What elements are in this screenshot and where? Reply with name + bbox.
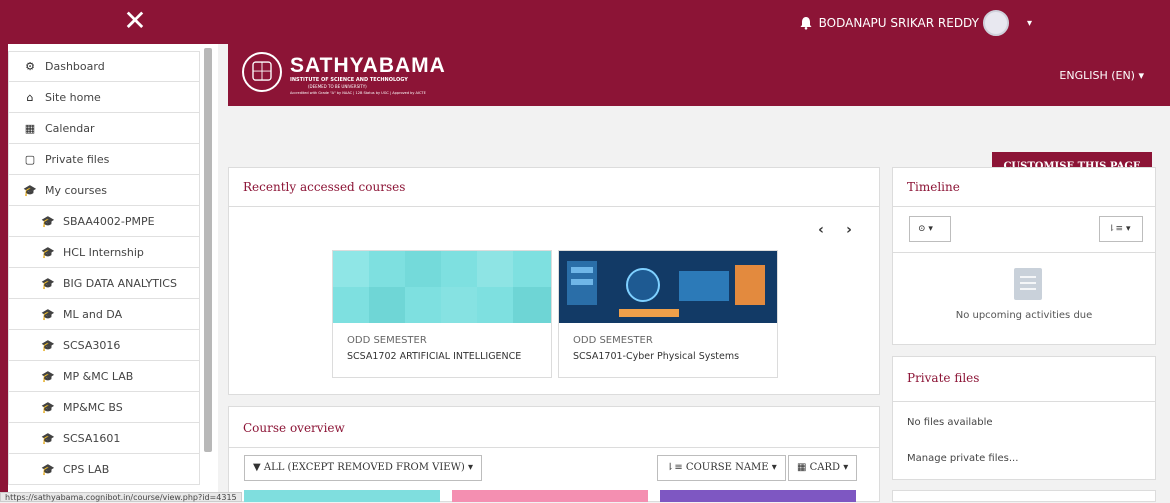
sidebar-item-label: My courses (45, 183, 107, 197)
sidebar-item-label: CPS LAB (63, 462, 110, 476)
home-icon: ⌂ (26, 90, 34, 104)
logo-subtitle: INSTITUTE OF SCIENCE AND TECHNOLOGY (290, 77, 408, 83)
sidebar-item-mp-mc-lab[interactable]: 🎓 MP &MC LAB (8, 361, 200, 392)
header-banner: SATHYABAMA INSTITUTE OF SCIENCE AND TECH… (228, 44, 1170, 106)
graduation-cap-icon: 🎓 (41, 214, 55, 228)
file-icon: ▢ (24, 152, 36, 166)
sidebar-item-label: MP &MC LAB (63, 369, 134, 383)
graduation-cap-icon: 🎓 (41, 369, 55, 383)
course-overview-title: Course overview (243, 421, 345, 435)
block-divider (229, 206, 879, 207)
sidebar-item-label: Private files (45, 152, 110, 166)
sidebar-item-my-courses[interactable]: 🎓 My courses (8, 175, 200, 206)
drawer-edge (0, 44, 8, 502)
drawer-scrollbar[interactable] (204, 48, 212, 452)
clock-filter-dropdown[interactable]: ⊙ ▾ (909, 216, 951, 242)
course-image (244, 490, 440, 502)
avatar[interactable] (982, 10, 1009, 36)
filter-dropdown[interactable]: ▼ ALL (EXCEPT REMOVED FROM VIEW) ▾ (244, 455, 482, 481)
private-files-title: Private files (907, 371, 980, 385)
graduation-cap-icon: 🎓 (41, 462, 55, 476)
tachometer-icon: ⚙ (25, 60, 35, 73)
block-divider (893, 401, 1155, 402)
next-block (892, 490, 1156, 502)
sidebar-item-label: BIG DATA ANALYTICS (63, 276, 177, 290)
course-name-link[interactable]: SCSA1702 ARTIFICIAL INTELLIGENCE (347, 351, 521, 362)
sort-dropdown[interactable]: ⇂≡ COURSE NAME ▾ (657, 455, 786, 481)
graduation-cap-icon: 🎓 (41, 400, 55, 414)
sidebar-item-label: SBAA4002-PMPE (63, 214, 155, 228)
sidebar-item-calendar[interactable]: ▦ Calendar (8, 113, 200, 144)
top-navbar: ✕ BODANAPU SRIKAR REDDY ▾ (0, 0, 1170, 44)
bell-icon[interactable] (799, 16, 813, 30)
sidebar-item-label: SCSA1601 (63, 431, 121, 445)
sidebar-item-big-data-analytics[interactable]: 🎓 BIG DATA ANALYTICS (8, 268, 200, 299)
sidebar-item-label: SCSA3016 (63, 338, 121, 352)
user-menu[interactable]: BODANAPU SRIKAR REDDY ▾ (799, 10, 1032, 36)
course-name-link[interactable]: SCSA1701-Cyber Physical Systems (573, 351, 739, 362)
graduation-cap-icon: 🎓 (41, 307, 55, 321)
close-drawer-icon[interactable]: ✕ (120, 6, 150, 36)
user-name[interactable]: BODANAPU SRIKAR REDDY (819, 16, 979, 30)
calendar-icon: ▦ (24, 121, 36, 135)
course-card[interactable]: ODD SEMESTER SCSA1701-Cyber Physical Sys… (558, 250, 778, 378)
graduation-cap-icon: 🎓 (41, 276, 55, 290)
sidebar-item-label: Dashboard (45, 60, 105, 73)
timeline-empty-text: No upcoming activities due (955, 310, 1093, 321)
graduation-cap-icon: 🎓 (41, 338, 55, 352)
graduation-cap-icon: 🎓 (41, 431, 55, 445)
logo-accreditation: Accredited with Grade "A" by NAAC | 12B … (290, 91, 426, 95)
timeline-block: Timeline ⊙ ▾ ⇂≡ ▾ No upcoming activities… (892, 167, 1156, 345)
sidebar-item-label: ML and DA (63, 307, 123, 321)
sidebar-item-sbaa4002-pmpe[interactable]: 🎓 SBAA4002-PMPE (8, 206, 200, 237)
sidebar-item-label: Site home (45, 90, 101, 104)
sidebar-item-label: HCL Internship (63, 245, 144, 259)
course-image (333, 251, 551, 323)
no-files-text: No files available (907, 417, 993, 428)
block-divider (229, 447, 879, 448)
status-bar-url: https://sathyabama.cognibot.in/course/vi… (0, 492, 242, 502)
view-dropdown[interactable]: ▦ CARD ▾ (788, 455, 858, 481)
graduation-cap-icon: 🎓 (41, 245, 55, 259)
sidebar-item-label: MP&MC BS (63, 400, 123, 414)
logo-subtitle-2: (DEEMED TO BE UNIVERSITY) (308, 84, 367, 89)
private-files-block: Private files No files available Manage … (892, 356, 1156, 480)
empty-list-icon (1014, 268, 1042, 300)
university-emblem-icon (242, 52, 282, 92)
course-category: ODD SEMESTER (347, 335, 427, 346)
course-image (660, 490, 856, 502)
course-category: ODD SEMESTER (573, 335, 653, 346)
sidebar-item-scsa1601[interactable]: 🎓 SCSA1601 (8, 423, 200, 454)
sidebar-item-private-files[interactable]: ▢ Private files (8, 144, 200, 175)
sidebar-item-cps-lab[interactable]: 🎓 CPS LAB (8, 454, 200, 485)
sidebar-item-mp-mc-bs[interactable]: 🎓 MP&MC BS (8, 392, 200, 423)
block-divider (893, 252, 1155, 253)
language-selector[interactable]: ENGLISH (EN) ▾ (1059, 69, 1144, 82)
sidebar-item-label: Calendar (45, 121, 95, 135)
course-image (559, 251, 777, 323)
sidebar-item-scsa3016[interactable]: 🎓 SCSA3016 (8, 330, 200, 361)
sidebar-item-hcl-internship[interactable]: 🎓 HCL Internship (8, 237, 200, 268)
graduation-cap-icon: 🎓 (23, 183, 37, 197)
sidebar-item-ml-and-da[interactable]: 🎓 ML and DA (8, 299, 200, 330)
course-overview-block: Course overview (228, 406, 880, 502)
logo-title: SATHYABAMA (290, 54, 446, 77)
nav-drawer-list: ⚙ Dashboard ⌂ Site home ▦ Calendar ▢ Private fi… (8, 51, 200, 485)
block-divider (893, 206, 1155, 207)
chevron-right-icon[interactable]: › (837, 218, 861, 242)
chevron-down-icon[interactable]: ▾ (1027, 18, 1032, 29)
chevron-left-icon[interactable]: ‹ (809, 218, 833, 242)
sidebar-item-dashboard[interactable]: ⚙ Dashboard (8, 51, 200, 82)
sidebar-item-site-home[interactable]: ⌂ Site home (8, 82, 200, 113)
timeline-title: Timeline (907, 180, 960, 194)
timeline-sort-dropdown[interactable]: ⇂≡ ▾ (1099, 216, 1143, 242)
recent-courses-block: Recently accessed courses ‹ › (228, 167, 880, 395)
course-card[interactable]: ODD SEMESTER SCSA1702 ARTIFICIAL INTELLI… (332, 250, 552, 378)
course-image (452, 490, 648, 502)
manage-files-link[interactable]: Manage private files... (907, 453, 1018, 464)
recent-courses-title: Recently accessed courses (243, 180, 406, 194)
